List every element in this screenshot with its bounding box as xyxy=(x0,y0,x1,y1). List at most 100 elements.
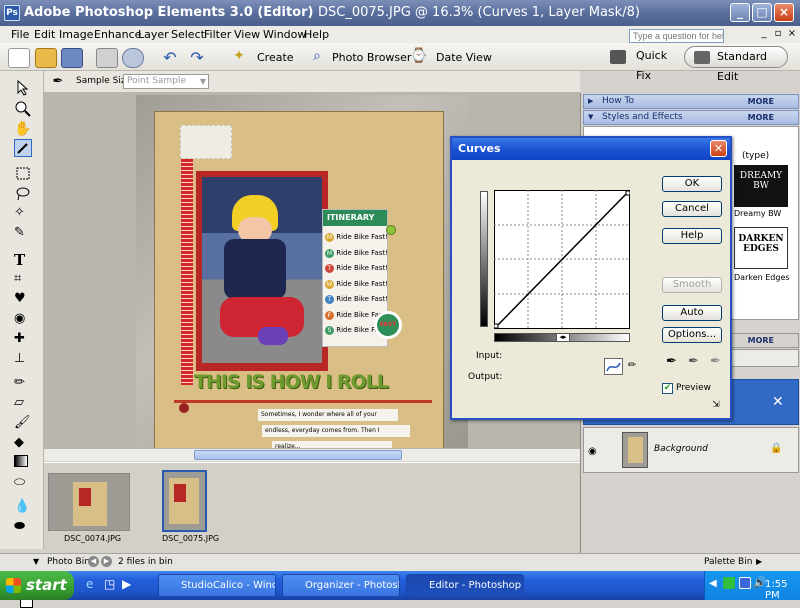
redo-icon[interactable]: ↷ xyxy=(186,48,208,68)
photo-browser-button[interactable]: Photo Browser xyxy=(332,51,411,64)
curve-tool-icon[interactable] xyxy=(604,358,623,375)
more-button[interactable]: MORE xyxy=(748,111,774,124)
create-icon[interactable]: ✦ xyxy=(229,48,249,68)
date-view-button[interactable]: Date View xyxy=(436,51,492,64)
more-button[interactable]: MORE xyxy=(748,334,774,347)
undo-icon[interactable]: ↶ xyxy=(159,48,181,68)
menu-edit[interactable]: Edit xyxy=(34,28,55,41)
move-tool-icon[interactable] xyxy=(14,79,32,97)
doc-restore-icon[interactable]: ▫ xyxy=(771,27,785,41)
start-button[interactable]: start xyxy=(0,571,74,600)
minimize-button[interactable]: _ xyxy=(730,3,750,22)
resize-grip-icon[interactable]: ⇲ xyxy=(710,400,722,412)
more-button[interactable]: MORE xyxy=(748,95,774,108)
document-image[interactable]: ITINERARY M Ride Bike Fast! M Ride Bike … xyxy=(136,95,468,451)
doc-close-icon[interactable]: × xyxy=(785,27,799,41)
black-eyedropper-icon[interactable]: ✒ xyxy=(666,354,677,369)
media-player-icon[interactable]: ▶ xyxy=(122,577,136,591)
preview-checkbox[interactable]: ✔ xyxy=(662,383,673,394)
menu-layer[interactable]: Layer xyxy=(138,28,169,41)
doc-minimize-icon[interactable]: _ xyxy=(757,27,771,41)
next-icon[interactable]: ▶ xyxy=(101,556,112,567)
gradient-tool-icon[interactable] xyxy=(14,455,32,473)
white-eyedropper-icon[interactable]: ✒ xyxy=(710,354,721,369)
maximize-button[interactable]: □ xyxy=(752,3,772,22)
help-button[interactable]: Help xyxy=(662,228,722,244)
healing-brush-tool-icon[interactable]: ✚ xyxy=(14,331,32,349)
paint-bucket-tool-icon[interactable]: ◆ xyxy=(14,435,32,453)
magic-wand-tool-icon[interactable]: ✧ xyxy=(14,205,32,223)
eyedropper-tool-icon[interactable] xyxy=(14,139,32,157)
taskbar-item-studiocalico[interactable]: StudioCalico - Windo... xyxy=(158,574,276,597)
print-icon[interactable] xyxy=(96,48,118,68)
link-icon[interactable]: ✕ xyxy=(772,394,784,410)
red-eye-tool-icon[interactable]: ◉ xyxy=(14,311,32,329)
help-search-input[interactable] xyxy=(629,29,724,43)
show-desktop-icon[interactable]: ◳ xyxy=(104,577,118,591)
gradient-toggle-icon[interactable]: ◂▸ xyxy=(556,333,570,342)
display-icon[interactable] xyxy=(739,577,751,589)
type-tool-icon[interactable]: T xyxy=(14,251,32,269)
dreamy-bw-thumb[interactable]: DREAMY BW xyxy=(734,165,788,207)
menu-help[interactable]: Help xyxy=(304,28,329,41)
brush-tool-icon[interactable]: 🖌 xyxy=(14,415,32,433)
pencil-tool-icon[interactable]: ✏ xyxy=(14,375,32,393)
taskbar-item-editor[interactable]: Editor - Photoshop El... xyxy=(406,574,524,597)
lasso-tool-icon[interactable] xyxy=(14,185,32,203)
how-to-palette-header[interactable]: ▶ How To MORE xyxy=(583,94,799,109)
open-folder-icon[interactable] xyxy=(35,48,57,68)
smooth-button[interactable]: Smooth xyxy=(662,277,722,293)
network-icon[interactable] xyxy=(723,577,735,589)
zoom-tool-icon[interactable] xyxy=(14,100,32,118)
styles-palette-header[interactable]: ▼ Styles and Effects MORE xyxy=(583,110,799,125)
new-icon[interactable] xyxy=(8,48,30,68)
menu-image[interactable]: Image xyxy=(59,28,93,41)
tray-expand-icon[interactable]: ◀ xyxy=(709,578,717,589)
sponge-tool-icon[interactable]: ⬬ xyxy=(14,519,32,537)
save-icon[interactable] xyxy=(61,48,83,68)
options-button[interactable]: Options... xyxy=(662,327,722,343)
ok-button[interactable]: OK xyxy=(662,176,722,192)
photo-browser-icon[interactable]: ⌕ xyxy=(306,48,328,68)
menu-window[interactable]: Window xyxy=(263,28,306,41)
photo-thumb-0075[interactable] xyxy=(162,470,207,532)
previous-icon[interactable]: ◀ xyxy=(88,556,99,567)
menu-enhance[interactable]: Enhance xyxy=(94,28,141,41)
dialog-close-button[interactable]: ✕ xyxy=(710,140,727,157)
palette-bin-toggle-icon[interactable]: ▶ xyxy=(756,557,762,566)
menu-file[interactable]: File xyxy=(11,28,29,41)
cookie-cutter-tool-icon[interactable]: ♥ xyxy=(14,291,32,309)
cancel-button[interactable]: Cancel xyxy=(662,201,722,217)
blur-tool-icon[interactable]: 💧 xyxy=(14,499,32,517)
shape-tool-icon[interactable]: ⬭ xyxy=(14,475,32,493)
close-button[interactable]: × xyxy=(774,3,794,22)
eraser-tool-icon[interactable]: ▱ xyxy=(14,395,32,413)
sample-size-select[interactable]: Point Sample ▼ xyxy=(123,74,209,89)
eyedropper-tool-icon[interactable]: ✒ xyxy=(50,74,66,90)
scrollbar-thumb[interactable] xyxy=(194,450,402,460)
internet-explorer-icon[interactable]: e xyxy=(86,577,100,591)
pencil-curve-icon[interactable]: ✏ xyxy=(628,360,636,371)
create-button[interactable]: Create xyxy=(257,51,294,64)
gray-eyedropper-icon[interactable]: ✒ xyxy=(688,354,699,369)
selection-brush-tool-icon[interactable]: ✎ xyxy=(14,225,32,243)
online-services-icon[interactable] xyxy=(122,48,144,68)
photo-thumb-0074[interactable] xyxy=(48,473,130,531)
visibility-eye-icon[interactable]: ◉ xyxy=(588,446,597,457)
menu-view[interactable]: View xyxy=(234,28,260,41)
horizontal-scrollbar[interactable] xyxy=(44,448,580,461)
auto-button[interactable]: Auto xyxy=(662,305,722,321)
curves-graph[interactable] xyxy=(494,190,630,329)
background-layer-row[interactable]: ◉ Background 🔒 xyxy=(583,427,799,473)
crop-tool-icon[interactable]: ⌗ xyxy=(14,271,32,289)
clone-stamp-tool-icon[interactable]: ⊥ xyxy=(14,351,32,369)
menu-filter[interactable]: Filter xyxy=(204,28,231,41)
marquee-tool-icon[interactable] xyxy=(14,165,32,183)
toggle-icon[interactable]: ▼ xyxy=(33,557,39,566)
darken-edges-thumb[interactable]: DARKEN EDGES xyxy=(734,227,788,269)
taskbar-item-organizer[interactable]: Organizer - Photosho... xyxy=(282,574,400,597)
date-view-icon[interactable]: ⌚ xyxy=(408,48,430,68)
start-label: start xyxy=(26,576,67,594)
hand-tool-icon[interactable]: ✋ xyxy=(14,121,32,139)
menu-select[interactable]: Select xyxy=(171,28,205,41)
